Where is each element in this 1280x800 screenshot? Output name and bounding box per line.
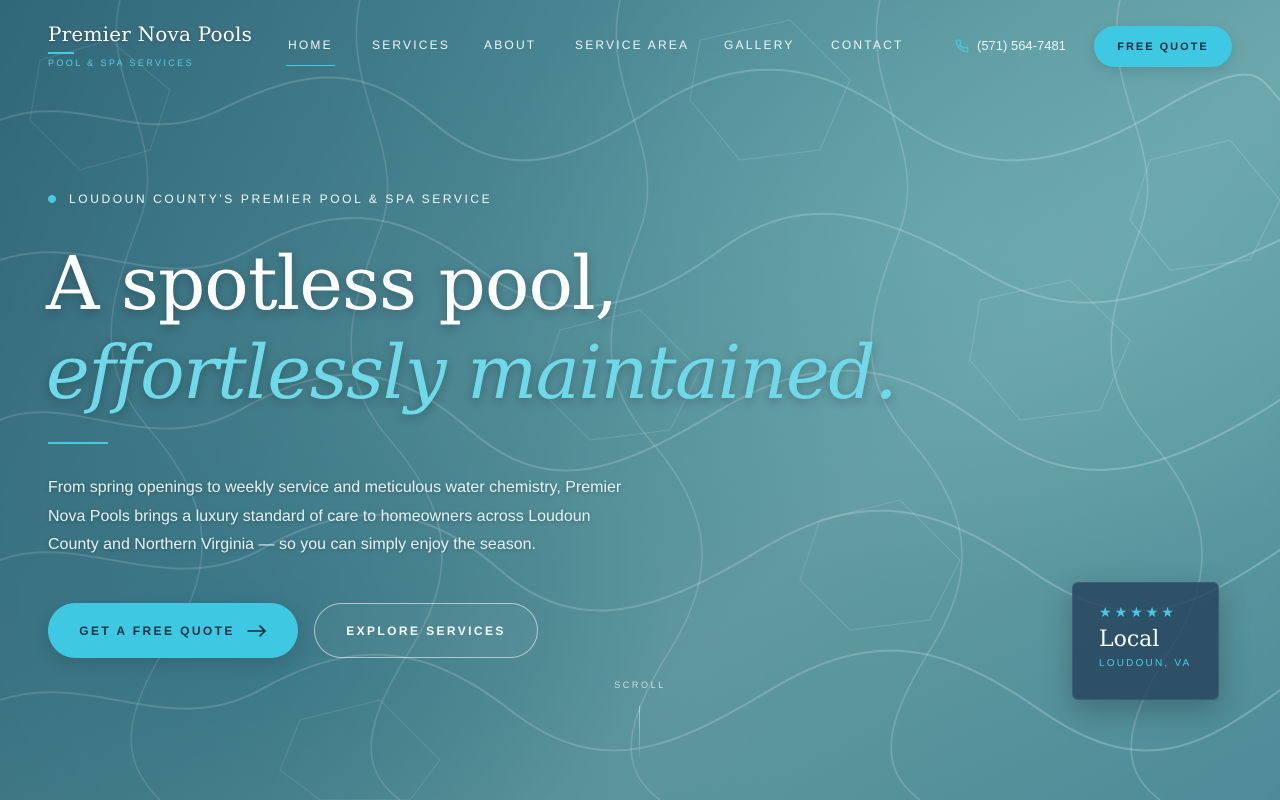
get-free-quote-button[interactable]: GET A FREE QUOTE [48, 603, 298, 658]
nav-services[interactable]: SERVICES [372, 38, 450, 52]
eyebrow-dot [48, 195, 56, 203]
nav-service-area[interactable]: SERVICE AREA [575, 38, 689, 52]
headline-divider [48, 442, 108, 444]
rating-card-location: LOUDOUN, VA [1099, 658, 1192, 669]
get-free-quote-label: GET A FREE QUOTE [79, 623, 235, 638]
nav-gallery[interactable]: GALLERY [724, 38, 795, 52]
phone-icon [955, 39, 969, 53]
brand-tagline: POOL & SPA SERVICES [48, 58, 194, 68]
star-icon: ★ [1130, 604, 1143, 620]
scroll-indicator-label[interactable]: SCROLL [600, 680, 680, 690]
free-quote-button[interactable]: FREE QUOTE [1094, 26, 1232, 67]
local-rating-card: ★ ★ ★ ★ ★ Local LOUDOUN, VA [1072, 582, 1219, 700]
hero-intro: From spring openings to weekly service a… [48, 479, 622, 553]
hero-headline: A spotless pool, effortlessly maintained… [46, 240, 898, 418]
site-header: Premier Nova Pools POOL & SPA SERVICES H… [0, 0, 1280, 92]
star-icon: ★ [1114, 604, 1128, 620]
brand-name: Premier Nova Pools [48, 22, 253, 46]
brand-logo[interactable]: Premier Nova Pools POOL & SPA SERVICES [48, 22, 252, 68]
headline-line-2: effortlessly maintained. [46, 330, 898, 416]
explore-services-button[interactable]: EXPLORE SERVICES [314, 603, 538, 658]
hero-eyebrow: LOUDOUN COUNTY'S PREMIER POOL & SPA SERV… [48, 192, 492, 206]
rating-card-title: Local [1099, 627, 1160, 652]
nav-about[interactable]: ABOUT [484, 38, 536, 52]
nav-contact[interactable]: CONTACT [831, 38, 904, 52]
star-icon: ★ [1161, 604, 1174, 620]
star-icon: ★ [1145, 604, 1159, 620]
brand-underline [48, 52, 74, 54]
star-icon: ★ [1099, 604, 1112, 620]
eyebrow-text: LOUDOUN COUNTY'S PREMIER POOL & SPA SERV… [69, 192, 493, 206]
headline-line-1: A spotless pool, [46, 241, 618, 327]
scroll-indicator-line [639, 706, 640, 758]
phone-link[interactable]: (571) 564-7481 [955, 38, 1066, 53]
arrow-right-icon [246, 624, 267, 637]
phone-number: (571) 564-7481 [977, 38, 1066, 53]
star-rating: ★ ★ ★ ★ ★ [1099, 605, 1218, 619]
nav-home[interactable]: HOME [286, 38, 335, 66]
